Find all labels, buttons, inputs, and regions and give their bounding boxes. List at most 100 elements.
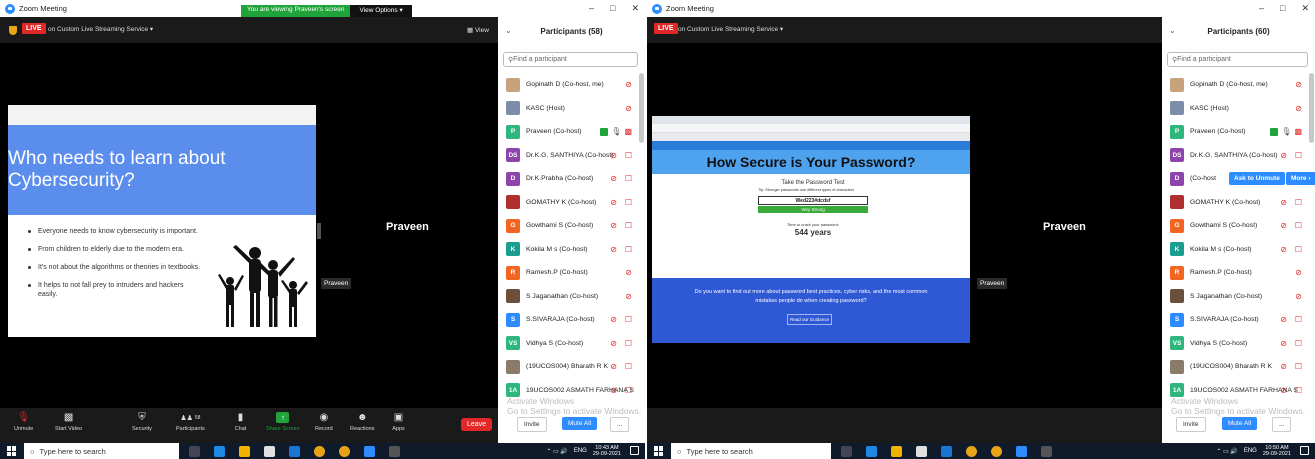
mic-muted-icon[interactable]: ⊘ [625, 80, 632, 89]
video-off-icon[interactable]: ☐ [1295, 386, 1302, 395]
minimize-icon[interactable]: – [1259, 3, 1264, 14]
video-off-icon[interactable]: ☐ [625, 221, 632, 230]
task-view-icon[interactable] [189, 445, 200, 457]
mail-icon[interactable] [289, 445, 300, 457]
chrome-alt-icon[interactable] [339, 445, 350, 457]
invite-button[interactable]: Invite [1176, 417, 1206, 432]
video-off-icon[interactable]: ☐ [625, 339, 632, 348]
mic-muted-icon[interactable]: ⊘ [610, 245, 617, 254]
stream-label[interactable]: on Custom Live Streaming Service ▾ [678, 25, 783, 33]
scrollbar[interactable] [1309, 73, 1314, 143]
participant-row[interactable]: Gopinath D (Co-host, me) ⊘ [498, 73, 635, 97]
view-options-button[interactable]: View Options ▾ [350, 5, 412, 17]
live-badge[interactable]: LIVE [654, 23, 678, 34]
participant-row[interactable]: (19UCOS004) Bharath R K ⊘ ☐ [1162, 355, 1305, 379]
mic-muted-icon[interactable]: ⊘ [610, 198, 617, 207]
mic-muted-icon[interactable]: ⊘ [625, 268, 632, 277]
windows-start-icon[interactable] [7, 446, 17, 456]
chat-button[interactable]: ▮ Chat [234, 412, 247, 432]
participant-row[interactable]: S Jaganathan (Co-host) ⊘ [1162, 285, 1305, 309]
mic-muted-icon[interactable]: ⊘ [610, 221, 617, 230]
more-options-button[interactable]: ... [610, 417, 630, 432]
video-off-icon[interactable]: ☐ [625, 174, 632, 183]
mic-muted-icon[interactable]: ⊘ [610, 386, 617, 395]
store-icon[interactable] [916, 445, 927, 457]
participant-row[interactable]: G Gowthami S (Co-host) ⊘ ☐ [1162, 214, 1305, 238]
mic-muted-icon[interactable]: ⊘ [1280, 151, 1287, 160]
view-button[interactable]: ▦ View [467, 26, 489, 34]
shield-icon[interactable] [9, 26, 17, 35]
tray-icons[interactable]: ⌃ ▭ 🔊 [1216, 448, 1238, 455]
participant-row[interactable]: KASC (Host) ⊘ [1162, 97, 1305, 121]
participant-row[interactable]: P Praveen (Co-host) 🎙 ▩ [498, 120, 635, 144]
apps-button[interactable]: ▣ Apps [392, 412, 405, 432]
panel-drag-handle[interactable] [317, 223, 321, 239]
video-off-icon[interactable]: ☐ [1295, 315, 1302, 324]
file-explorer-icon[interactable] [891, 445, 902, 457]
close-icon[interactable]: ✕ [1301, 3, 1309, 14]
zoom-app-icon[interactable] [1016, 445, 1027, 457]
participant-row[interactable]: Gopinath D (Co-host, me) ⊘ [1162, 73, 1305, 97]
maximize-icon[interactable]: □ [1280, 3, 1285, 14]
participants-button[interactable]: ♟♟ 58 Participants [176, 412, 205, 433]
mic-muted-icon[interactable]: ⊘ [1295, 80, 1302, 89]
mic-muted-icon[interactable]: ⊘ [610, 315, 617, 324]
participant-row[interactable]: G Gowthami S (Co-host) ⊘ ☐ [498, 214, 635, 238]
start-video-button[interactable]: ▩ Start Video [55, 412, 82, 432]
leave-button[interactable]: Leave [461, 418, 493, 431]
participant-row[interactable]: KASC (Host) ⊘ [498, 97, 635, 121]
participant-row[interactable]: S S.SIVARAJA (Co-host) ⊘ ☐ [498, 308, 635, 332]
participant-row[interactable]: P Praveen (Co-host) 🎙 ▩ [1162, 120, 1305, 144]
stream-label[interactable]: on Custom Live Streaming Service ▾ [48, 25, 153, 33]
more-options-button[interactable]: ... [1272, 417, 1292, 432]
participant-row[interactable]: R Ramesh.P (Co-host) ⊘ [1162, 261, 1305, 285]
video-off-icon[interactable]: ☐ [1295, 198, 1302, 207]
notification-icon[interactable] [630, 446, 639, 455]
live-badge[interactable]: LIVE [22, 23, 46, 34]
mic-muted-icon[interactable]: ⊘ [610, 362, 617, 371]
invite-button[interactable]: Invite [517, 417, 547, 432]
unmute-button[interactable]: 🎙 Unmute [14, 412, 33, 432]
record-button[interactable]: ◉ Record [315, 412, 333, 432]
mic-muted-icon[interactable]: ⊘ [1280, 339, 1287, 348]
mic-muted-icon[interactable]: ⊘ [1295, 268, 1302, 277]
edge-icon[interactable] [866, 445, 877, 457]
video-off-icon[interactable]: ☐ [625, 386, 632, 395]
ask-to-unmute-button[interactable]: Ask to Unmute [1229, 172, 1285, 185]
share-screen-button[interactable]: ↑ Share Screen [266, 412, 300, 432]
mail-icon[interactable] [941, 445, 952, 457]
video-off-icon[interactable]: ☐ [1295, 151, 1302, 160]
participant-row[interactable]: S Jaganathan (Co-host) ⊘ [498, 285, 635, 309]
language-indicator[interactable]: ENG [1244, 448, 1257, 454]
participant-row[interactable]: D (Co-host Ask to Unmute More › [1162, 167, 1315, 191]
chrome-alt-icon[interactable] [991, 445, 1002, 457]
edge-icon[interactable] [214, 445, 225, 457]
participant-row[interactable]: R Ramesh.P (Co-host) ⊘ [498, 261, 635, 285]
participant-row[interactable]: GOMATHY K (Co-host) ⊘ ☐ [1162, 191, 1305, 215]
clock[interactable]: 10:50 AM 29-09-2021 [1263, 445, 1291, 457]
store-icon[interactable] [264, 445, 275, 457]
mic-muted-icon[interactable]: ⊘ [610, 151, 617, 160]
chrome-icon[interactable] [966, 445, 977, 457]
video-off-icon[interactable]: ☐ [1295, 221, 1302, 230]
scrollbar[interactable] [639, 73, 644, 143]
app-icon[interactable] [1041, 445, 1052, 457]
video-off-icon[interactable]: ☐ [625, 245, 632, 254]
mic-muted-icon[interactable]: ⊘ [1280, 198, 1287, 207]
participant-row[interactable]: K Kokila M s (Co-host) ⊘ ☐ [1162, 238, 1305, 262]
mic-muted-icon[interactable]: ⊘ [1295, 104, 1302, 113]
video-off-icon[interactable]: ☐ [1295, 362, 1302, 371]
security-button[interactable]: ⛨ Security [132, 412, 152, 432]
participant-row[interactable]: GOMATHY K (Co-host) ⊘ ☐ [498, 191, 635, 215]
participant-search-input[interactable]: ⚲ Find a participant [503, 52, 638, 67]
video-off-icon[interactable]: ☐ [1295, 339, 1302, 348]
video-off-icon[interactable]: ▩ [1294, 127, 1302, 136]
video-off-icon[interactable]: ☐ [625, 198, 632, 207]
mic-on-icon[interactable]: 🎙 [611, 127, 621, 136]
mic-muted-icon[interactable]: ⊘ [1280, 362, 1287, 371]
mic-muted-icon[interactable]: ⊘ [1280, 315, 1287, 324]
participant-row[interactable]: DS Dr.K.G. SANTHIYA (Co-host) ⊘ ☐ [498, 144, 635, 168]
file-explorer-icon[interactable] [239, 445, 250, 457]
language-indicator[interactable]: ENG [574, 448, 587, 454]
video-off-icon[interactable]: ▩ [624, 127, 632, 136]
